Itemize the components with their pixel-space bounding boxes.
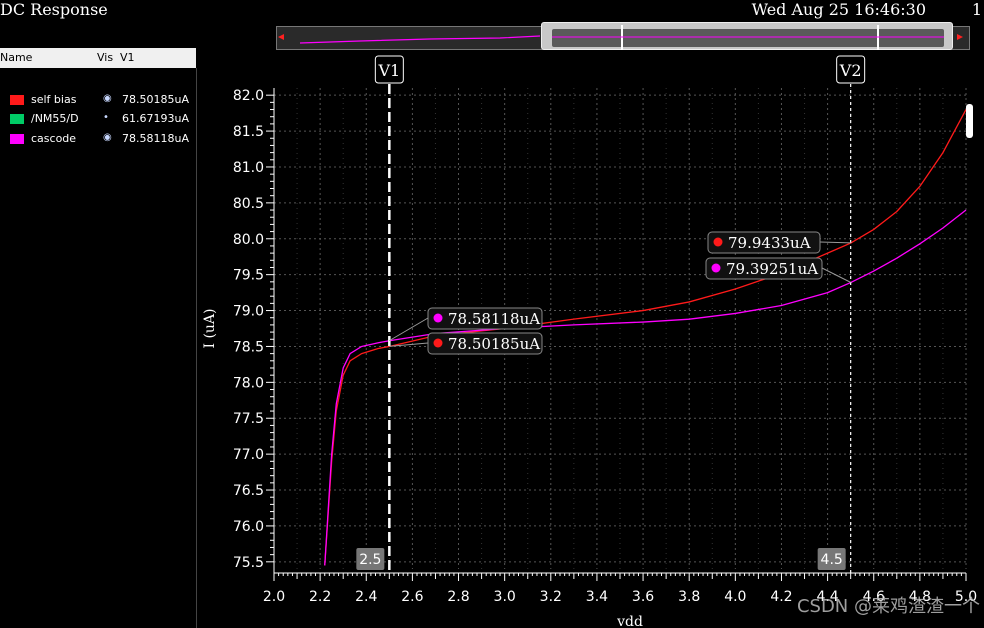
x-tick-label: 2.8 (447, 589, 469, 605)
series-line-cascode (324, 209, 967, 566)
y-tick-label: 81.5 (233, 124, 264, 140)
marker-callout: 79.39251uA (705, 257, 851, 283)
y-tick-label: 79.5 (233, 268, 264, 284)
marker-dot (711, 263, 721, 273)
cursor-label-v1: V1 (377, 61, 400, 80)
x-tick-label: 2.2 (309, 589, 331, 605)
y-tick-label: 80.5 (233, 196, 264, 212)
scrollbar-preview-trace (299, 35, 541, 44)
y-tick-label: 81.0 (233, 160, 264, 176)
marker-dot (713, 237, 723, 247)
chart-area[interactable]: 2.0 2.2 2.4 2.6 2.8 3.0 3.2 3.4 3.6 3.8 4.0 4.2 4.4 4… (0, 0, 984, 628)
y-tick-label: 80.0 (233, 232, 264, 248)
marker-value-label: 78.58118uA (448, 310, 540, 328)
marker-value-label: 79.39251uA (726, 260, 818, 278)
scroll-left-arrow-icon (278, 34, 284, 40)
y-tick-label: 75.5 (233, 555, 264, 571)
x-tick-label: 3.4 (586, 589, 608, 605)
scroll-right-arrow-icon (957, 34, 963, 40)
cursor-x-value-v2: 4.5 (821, 552, 843, 568)
y-tick-label: 76.5 (233, 483, 264, 499)
cursor-x-value-v1: 2.5 (359, 552, 381, 568)
x-tick-label: 4.2 (770, 589, 792, 605)
marker-value-label: 79.9433uA (728, 234, 811, 252)
x-tick-label: 3.0 (494, 589, 516, 605)
y-tick-label: 78.0 (233, 375, 264, 391)
watermark: CSDN @莱鸡渣渣一个 (797, 596, 980, 617)
marker-dot (433, 338, 443, 348)
cursor-label-v2: V2 (839, 61, 862, 80)
y-tick-label: 82.0 (233, 88, 264, 104)
series-line-self-bias (324, 109, 967, 566)
x-tick-label: 4.0 (724, 589, 746, 605)
y-tick-label: 76.0 (233, 519, 264, 535)
x-tick-label: 3.6 (632, 589, 654, 605)
vertical-scroll-handle[interactable] (966, 104, 973, 138)
y-tick-label: 77.0 (233, 447, 264, 463)
marker-dot (433, 313, 443, 323)
marker-value-label: 78.50185uA (448, 335, 540, 353)
scrollbar-thumb-track (552, 29, 944, 47)
marker-callout: 79.9433uA (707, 231, 851, 254)
y-tick-label: 78.5 (233, 339, 264, 355)
y-tick-label: 77.5 (233, 411, 264, 427)
x-tick-label: 2.4 (355, 589, 377, 605)
marker-leader-line (821, 267, 851, 283)
y-axis-label: I (uA) (202, 308, 218, 348)
x-axis-label: vdd (616, 614, 643, 628)
x-tick-label: 3.8 (678, 589, 700, 605)
x-tick-label: 2.0 (263, 589, 285, 605)
x-tick-label: 3.2 (540, 589, 562, 605)
x-tick-label: 2.6 (401, 589, 423, 605)
y-tick-label: 79.0 (233, 304, 264, 320)
marker-leader-line (819, 241, 851, 244)
